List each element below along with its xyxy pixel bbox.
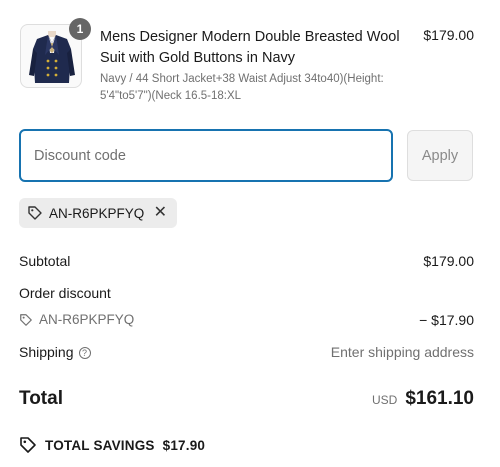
savings-value: $17.90: [162, 437, 206, 453]
apply-button[interactable]: Apply: [407, 130, 473, 181]
total-savings: TOTAL SAVINGS $17.90: [19, 436, 205, 454]
order-discount-code-text: AN-R6PKPFYQ: [39, 312, 135, 327]
tag-icon: [20, 313, 32, 326]
info-icon[interactable]: ?: [78, 347, 91, 360]
order-discount-value: − $17.90: [419, 312, 474, 328]
subtotal-label: Subtotal: [19, 253, 71, 269]
product-variant: Navy / 44 Short Jacket+38 Waist Adjust 3…: [100, 73, 384, 102]
shipping-label: Shipping: [19, 344, 74, 360]
subtotal-value: $179.00: [423, 253, 474, 269]
tag-icon: [28, 206, 42, 220]
order-discount-label: Order discount: [19, 285, 111, 301]
applied-discount-chip: AN-R6PKPFYQ ✕: [19, 198, 177, 228]
total-label: Total: [19, 388, 63, 409]
shipping-value: Enter shipping address: [330, 344, 474, 360]
total-price: USD $161.10: [372, 388, 474, 410]
total-currency: USD: [371, 393, 398, 407]
savings-tag-icon: [20, 437, 36, 453]
shipping-row: Shipping?: [19, 344, 91, 360]
applied-code-text: AN-R6PKPFYQ: [49, 205, 145, 221]
total-value: $161.10: [405, 388, 474, 409]
savings-label: TOTAL SAVINGS: [45, 437, 155, 453]
quantity-badge: 1: [69, 18, 91, 40]
product-price: $179.00: [423, 27, 474, 43]
discount-code-input[interactable]: [19, 129, 393, 182]
order-discount-code: AN-R6PKPFYQ: [19, 312, 134, 327]
remove-discount-icon[interactable]: ✕: [154, 205, 167, 221]
product-title: Mens Designer Modern Double Breasted Woo…: [100, 29, 400, 66]
